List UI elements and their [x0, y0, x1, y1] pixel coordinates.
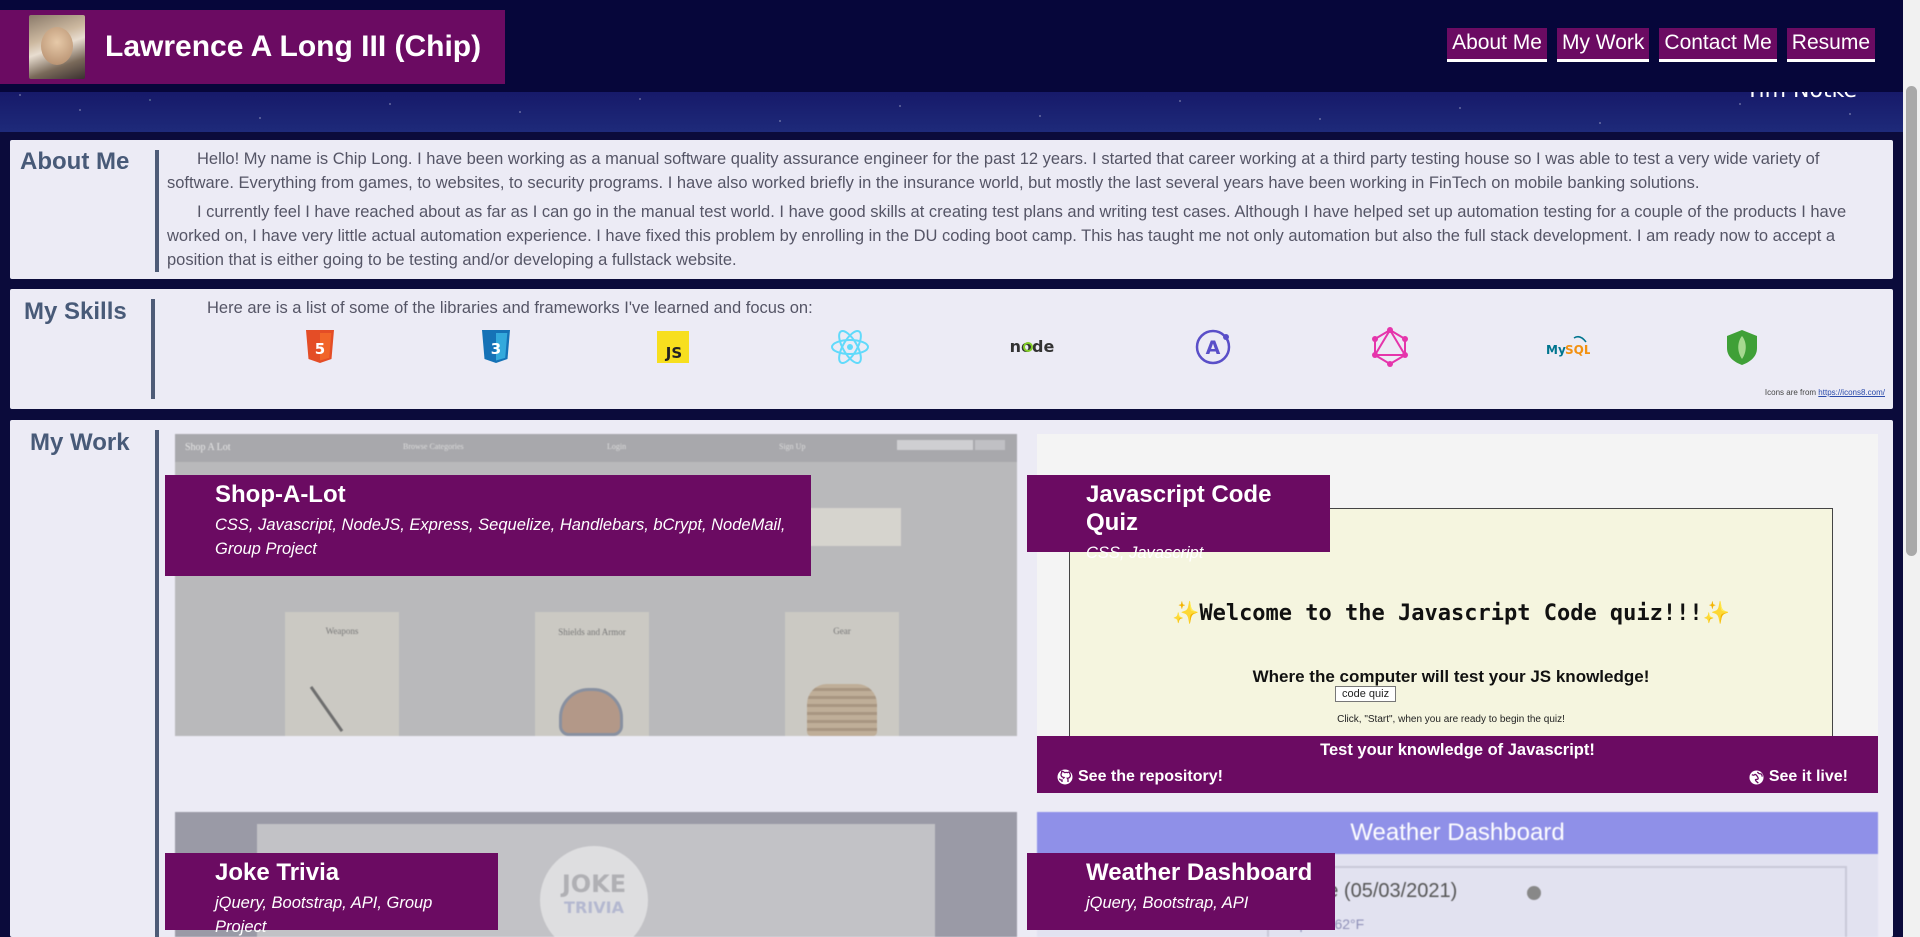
github-icon [1057, 769, 1073, 785]
work-title: My Work [30, 429, 130, 456]
about-title: About Me [20, 148, 130, 175]
main-nav: About Me My Work Contact Me Resume [1447, 28, 1875, 62]
mysql-icon: My SQL [1544, 327, 1590, 367]
preview-search-button [975, 440, 1005, 450]
preview-nav-item: Browse Categories [403, 442, 464, 451]
skills-section: My Skills Here are is a list of some of … [10, 289, 1893, 409]
section-divider [155, 430, 159, 937]
weather-header: Weather Dashboard [1037, 812, 1878, 854]
quiz-heading: ✨Welcome to the Javascript Code quiz!!!✨ [1171, 601, 1731, 626]
preview-nav-item: Sign Up [779, 442, 806, 451]
graphql-icon [1370, 327, 1410, 367]
preview-category-card: Gear [785, 612, 899, 736]
preview-navbar [175, 434, 1017, 462]
project-tech: CSS, Javascript [1086, 544, 1204, 562]
project-title: Joke Trivia [215, 859, 340, 886]
preview-card-label: Weapons [325, 626, 359, 636]
repo-link[interactable]: See the repository! [1057, 768, 1223, 786]
avatar [29, 15, 85, 79]
preview-brand: Shop A Lot [185, 442, 231, 453]
nav-about-me[interactable]: About Me [1447, 28, 1547, 62]
code-quiz-footer: Test your knowledge of Javascript! See t… [1037, 736, 1878, 793]
joke-logo-bottom: TRIVIA [564, 898, 624, 917]
live-link-label: See it live! [1768, 768, 1848, 785]
section-divider [151, 299, 155, 399]
work-section: My Work Shop A Lot Browse Categories Log… [10, 420, 1893, 937]
svg-text:5: 5 [315, 340, 325, 358]
project-tech: CSS, Javascript, NodeJS, Express, Sequel… [215, 516, 786, 558]
weather-icon [1527, 886, 1541, 900]
svg-text:A: A [1206, 337, 1221, 359]
repo-link-label: See the repository! [1078, 768, 1223, 785]
quiz-subheading: Where the computer will test your JS kno… [1252, 667, 1650, 686]
project-title: Shop-A-Lot [215, 481, 346, 508]
css3-icon: 3 [476, 327, 516, 367]
scrollbar-thumb[interactable] [1906, 86, 1917, 556]
preview-card-label: Gear [833, 626, 851, 636]
svg-text:3: 3 [491, 340, 501, 358]
project-tech: jQuery, Bootstrap, API, Group Project [215, 894, 433, 936]
site-owner-name: Lawrence A Long III (Chip) [105, 30, 482, 63]
project-title: Weather Dashboard [1086, 859, 1313, 886]
about-paragraph-1: Hello! My name is Chip Long. I have been… [167, 150, 1820, 192]
project-label-code-quiz: Javascript Code Quiz CSS, Javascript [1027, 475, 1330, 562]
brand: Lawrence A Long III (Chip) [0, 10, 505, 84]
joke-logo-top: JOKE [561, 870, 627, 898]
skills-intro: Here are is a list of some of the librar… [207, 299, 813, 317]
preview-card-label: Shields and Armor [558, 627, 626, 637]
top-navbar: Lawrence A Long III (Chip) About Me My W… [0, 0, 1920, 92]
preview-category-card: Shields and Armor [535, 612, 649, 736]
page-scrollbar[interactable] [1903, 0, 1920, 937]
svg-text:My: My [1546, 343, 1566, 357]
nav-contact-me[interactable]: Contact Me [1659, 28, 1777, 62]
javascript-icon: JS [653, 327, 693, 367]
apollo-icon: A [1193, 327, 1233, 367]
icons-credit-text: Icons are from [1764, 388, 1817, 397]
project-tech: jQuery, Bootstrap, API [1086, 894, 1249, 912]
nav-resume[interactable]: Resume [1786, 28, 1875, 62]
icons-credit: Icons are from https://icons8.com/ [1765, 388, 1885, 397]
node-icon: node [1007, 327, 1057, 367]
icons8-link[interactable]: https://icons8.com/ [1818, 388, 1885, 397]
weather-card: nerville (05/03/2021) Temp: 65.62°F [1267, 866, 1847, 937]
section-divider [155, 150, 159, 272]
project-description: Test your knowledge of Javascript! [1320, 741, 1595, 759]
shield-icon [559, 688, 623, 736]
project-label-shop-a-lot: Shop-A-Lot CSS, Javascript, NodeJS, Expr… [165, 475, 811, 576]
svg-text:SQL: SQL [1565, 343, 1590, 357]
preview-category-card: Weapons [285, 612, 399, 736]
html5-icon: 5 [300, 327, 340, 367]
live-link[interactable]: See it live! [1749, 768, 1848, 786]
preview-nav-item: Login [607, 442, 627, 451]
project-label-weather-dashboard: Weather Dashboard jQuery, Bootstrap, API [1027, 853, 1335, 930]
nav-my-work[interactable]: My Work [1556, 28, 1650, 62]
mongodb-icon [1722, 327, 1762, 367]
preview-panel [805, 508, 901, 546]
svg-text:JS: JS [665, 344, 682, 362]
quiz-hint: Click, "Start", when you are ready to be… [1337, 714, 1565, 725]
about-section: About Me Hello! My name is Chip Long. I … [10, 140, 1893, 279]
skills-title: My Skills [24, 298, 127, 325]
preview-search-box [897, 440, 973, 450]
globe-icon [1749, 769, 1764, 785]
project-title: Javascript Code Quiz [1086, 481, 1272, 536]
about-paragraph-2: I currently feel I have reached about as… [167, 203, 1847, 269]
rope-icon [807, 684, 877, 736]
react-icon [830, 327, 870, 367]
project-label-joke-trivia: Joke Trivia jQuery, Bootstrap, API, Grou… [165, 853, 498, 936]
image-tooltip: code quiz [1335, 686, 1397, 702]
sword-icon [309, 686, 344, 732]
